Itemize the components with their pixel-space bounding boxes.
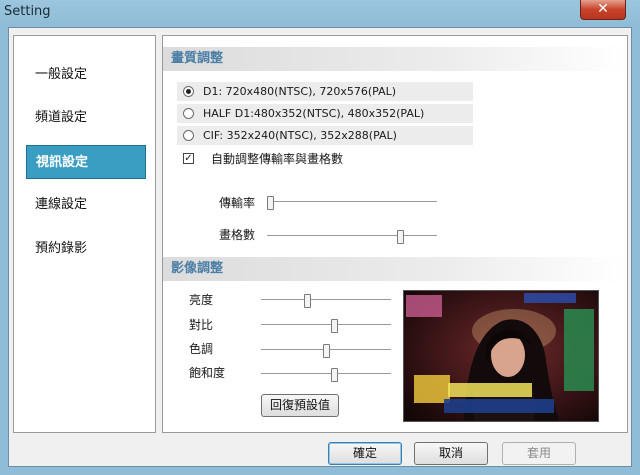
bitrate-label: 傳輸率 <box>219 196 256 210</box>
settings-window: Setting ✕ 一般設定 頻道設定 視訊設定 連線設定 預約錄影 畫質調整 <box>0 0 640 475</box>
sidebar-item-label: 連線設定 <box>35 197 88 212</box>
sidebar-item-connection[interactable]: 連線設定 <box>26 188 146 222</box>
image-section-header: 影像調整 <box>163 257 627 281</box>
sidebar-item-label: 一般設定 <box>35 67 88 82</box>
framerate-slider-thumb[interactable] <box>397 230 404 244</box>
brightness-slider[interactable] <box>261 294 391 308</box>
close-button[interactable]: ✕ <box>580 0 626 20</box>
cancel-button[interactable]: 取消 <box>414 442 488 465</box>
ok-label: 確定 <box>352 446 377 460</box>
checkmark-icon: ✓ <box>184 153 193 164</box>
hue-label: 色調 <box>189 342 214 356</box>
saturation-slider-thumb[interactable] <box>331 368 338 382</box>
video-preview-icon <box>404 291 598 421</box>
apply-label: 套用 <box>526 446 551 460</box>
sidebar-item-label: 預約錄影 <box>35 241 88 256</box>
bitrate-slider[interactable] <box>267 196 437 210</box>
radio-half-d1[interactable] <box>183 108 194 119</box>
saturation-label: 飽和度 <box>189 366 226 380</box>
sidebar-item-video[interactable]: 視訊設定 <box>26 145 146 179</box>
auto-adjust-label: 自動調整傳輸率與畫格數 <box>211 152 344 166</box>
close-icon: ✕ <box>597 1 609 17</box>
quality-option-half-d1[interactable]: HALF D1:480x352(NTSC), 480x352(PAL) <box>177 104 473 123</box>
sidebar-item-general[interactable]: 一般設定 <box>26 58 146 92</box>
radio-d1[interactable] <box>183 86 194 97</box>
apply-button[interactable]: 套用 <box>502 442 576 465</box>
framerate-slider[interactable] <box>267 230 437 244</box>
hue-slider[interactable] <box>261 344 391 358</box>
settings-sidebar: 一般設定 頻道設定 視訊設定 連線設定 預約錄影 <box>13 35 156 433</box>
dialog-body: 一般設定 頻道設定 視訊設定 連線設定 預約錄影 畫質調整 D1: 720x48… <box>8 27 632 467</box>
sidebar-item-channel[interactable]: 頻道設定 <box>26 101 146 135</box>
reset-defaults-button[interactable]: 回復預設值 <box>261 394 339 417</box>
radio-cif[interactable] <box>183 130 194 141</box>
hue-slider-thumb[interactable] <box>323 344 330 358</box>
saturation-slider[interactable] <box>261 368 391 382</box>
brightness-slider-thumb[interactable] <box>304 294 311 308</box>
title-bar[interactable]: Setting ✕ <box>0 0 640 26</box>
contrast-label: 對比 <box>189 318 214 332</box>
quality-section-header: 畫質調整 <box>163 47 627 71</box>
framerate-label: 畫格數 <box>219 228 256 242</box>
quality-option-d1[interactable]: D1: 720x480(NTSC), 720x576(PAL) <box>177 82 473 101</box>
quality-option-label: D1: 720x480(NTSC), 720x576(PAL) <box>203 85 397 98</box>
brightness-label: 亮度 <box>189 293 214 307</box>
sidebar-item-label: 視訊設定 <box>36 155 89 170</box>
reset-defaults-label: 回復預設值 <box>269 398 330 412</box>
window-title: Setting <box>4 4 51 19</box>
contrast-slider-thumb[interactable] <box>331 319 338 333</box>
sidebar-item-scheduled-recording[interactable]: 預約錄影 <box>26 232 146 266</box>
sidebar-item-label: 頻道設定 <box>35 110 88 125</box>
quality-option-label: CIF: 352x240(NTSC), 352x288(PAL) <box>203 129 397 142</box>
contrast-slider[interactable] <box>261 319 391 333</box>
quality-option-cif[interactable]: CIF: 352x240(NTSC), 352x288(PAL) <box>177 126 473 145</box>
cancel-label: 取消 <box>438 446 463 460</box>
bitrate-slider-thumb[interactable] <box>267 196 274 210</box>
auto-adjust-checkbox[interactable]: ✓ <box>183 153 194 164</box>
video-preview <box>403 290 599 422</box>
quality-option-label: HALF D1:480x352(NTSC), 480x352(PAL) <box>203 107 425 120</box>
video-settings-panel: 畫質調整 D1: 720x480(NTSC), 720x576(PAL) HAL… <box>162 35 628 433</box>
ok-button[interactable]: 確定 <box>328 442 402 465</box>
